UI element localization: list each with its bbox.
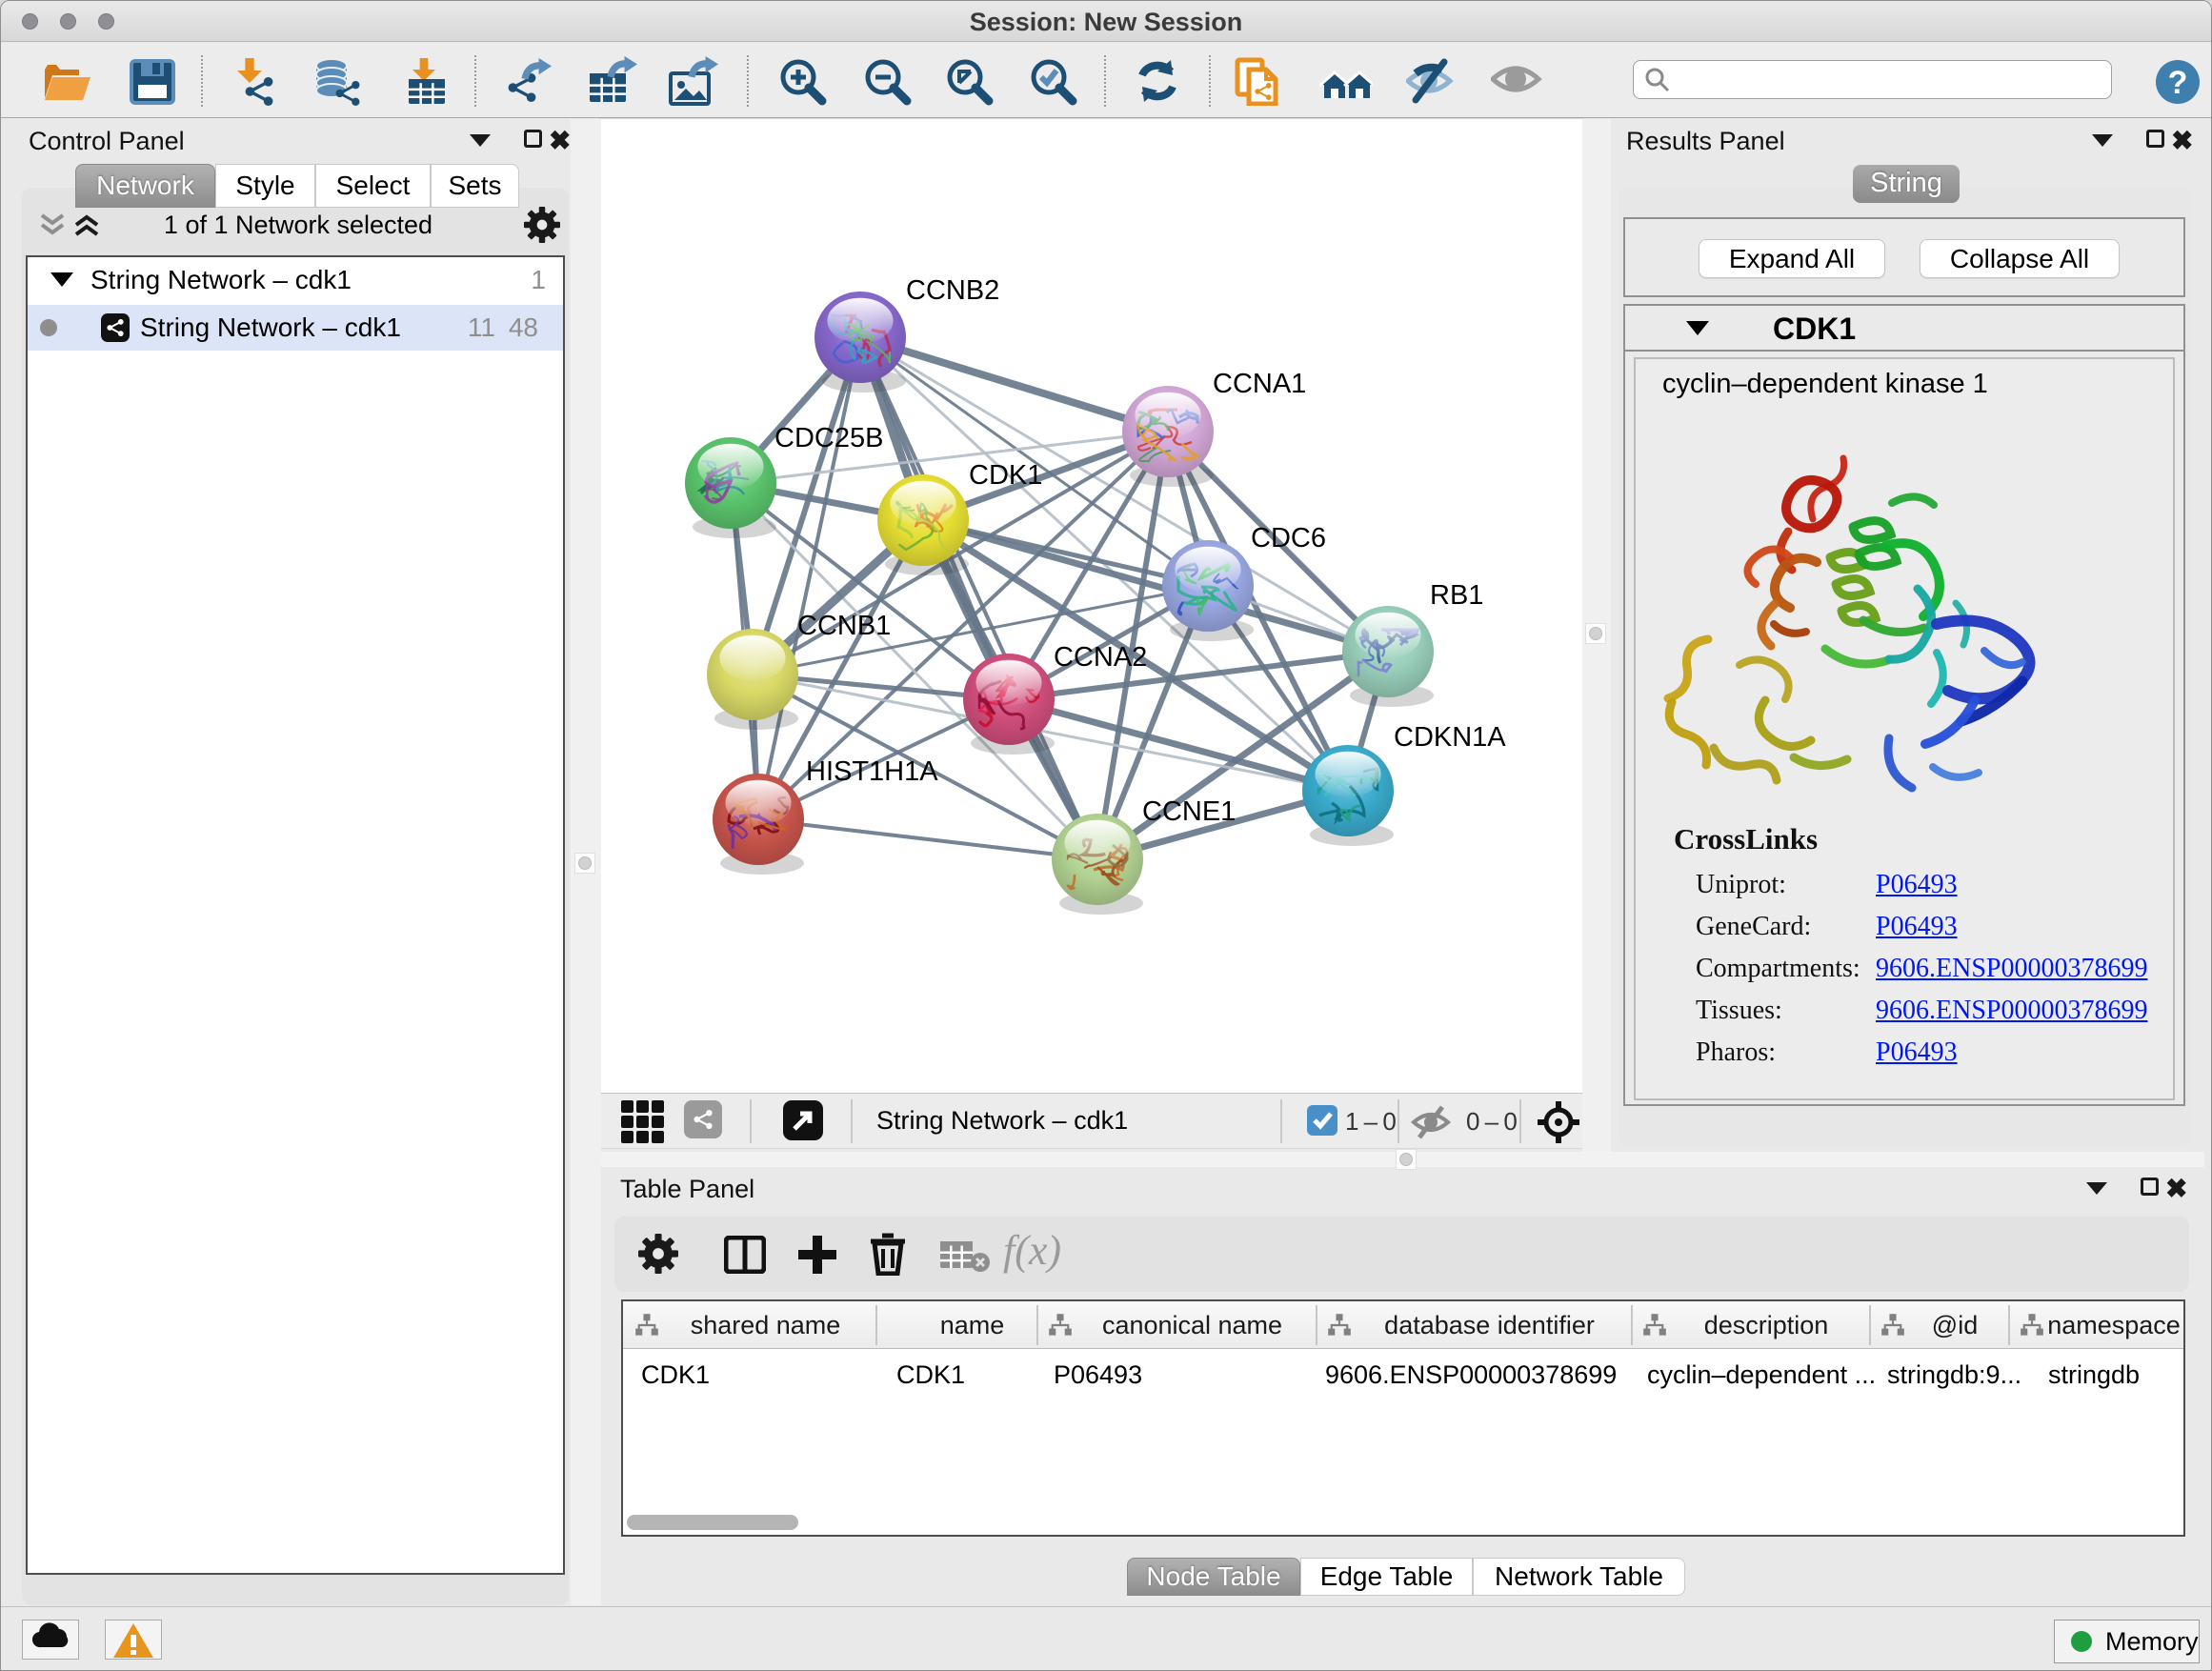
- svg-text:CCNB1: CCNB1: [797, 611, 891, 641]
- svg-text:CCNA1: CCNA1: [1213, 369, 1306, 399]
- svg-text:HIST1H1A: HIST1H1A: [806, 756, 938, 787]
- svg-text:CDC6: CDC6: [1251, 523, 1326, 554]
- svg-text:CDKN1A: CDKN1A: [1394, 722, 1506, 753]
- svg-text:CDC25B: CDC25B: [774, 423, 883, 453]
- svg-text:CCNE1: CCNE1: [1142, 796, 1236, 827]
- svg-text:CDK1: CDK1: [969, 460, 1042, 491]
- svg-text:RB1: RB1: [1430, 580, 1483, 611]
- svg-text:?: ?: [2168, 65, 2188, 101]
- svg-text:CCNB2: CCNB2: [906, 275, 999, 306]
- svg-text:CCNA2: CCNA2: [1054, 642, 1147, 673]
